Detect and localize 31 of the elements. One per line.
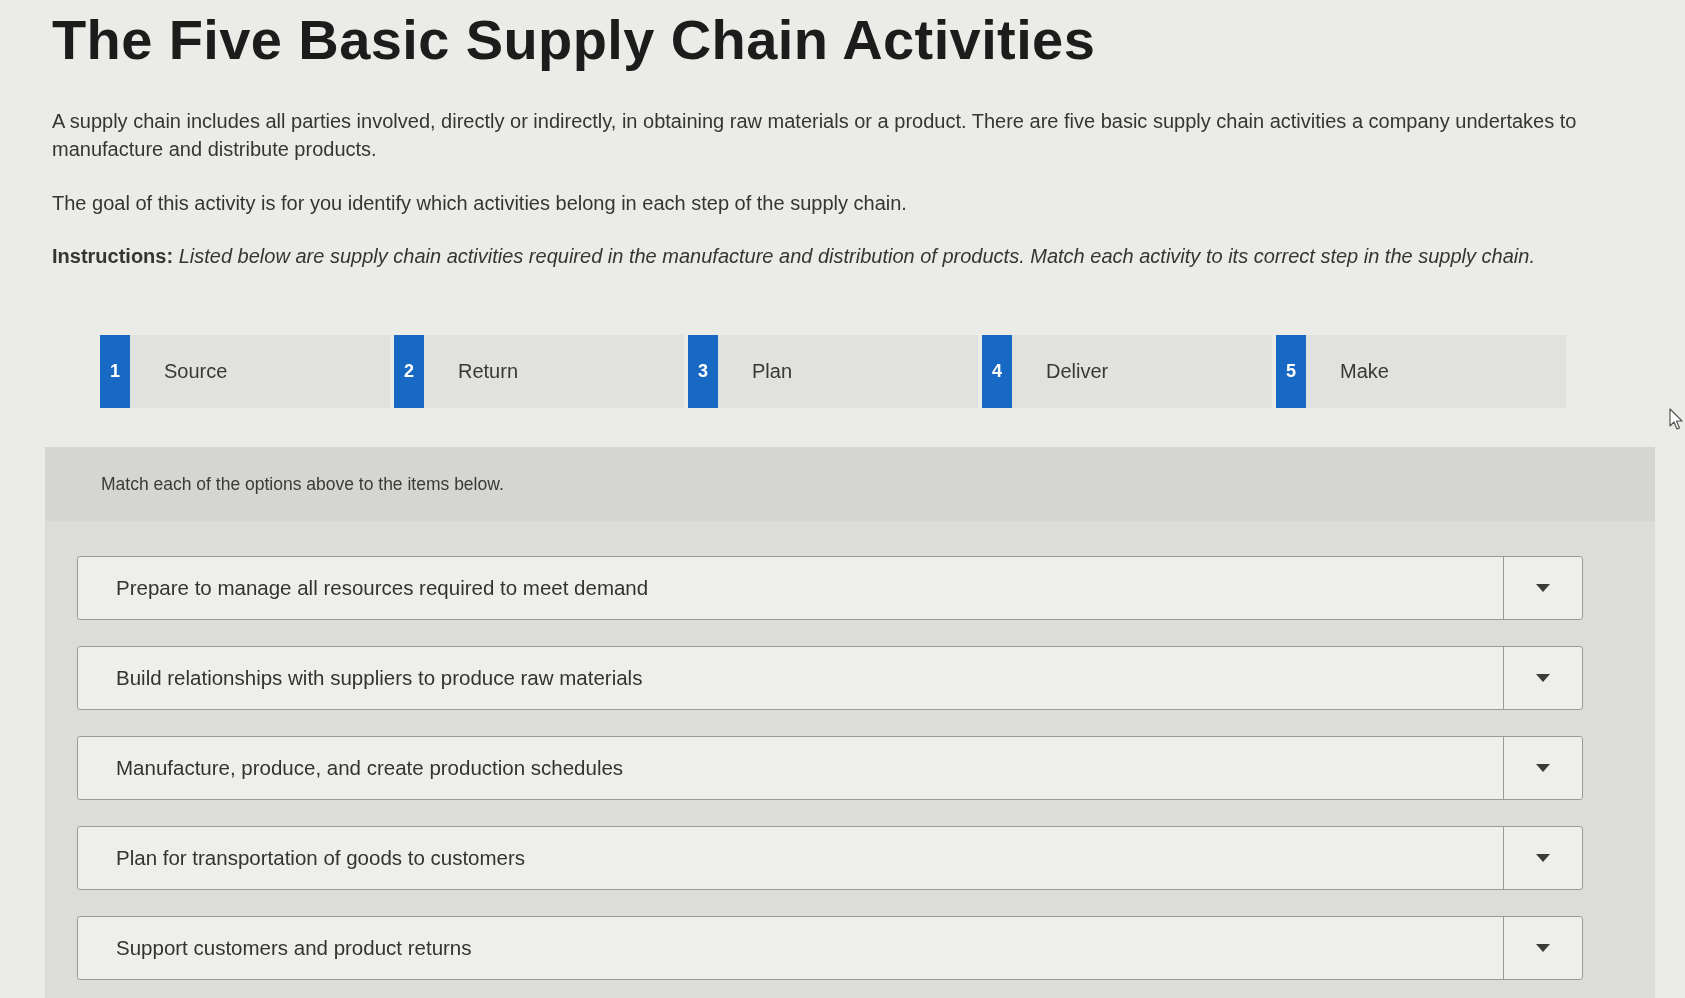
match-dropdown[interactable]: Prepare to manage all resources required to meet demand (77, 556, 1583, 620)
caret-icon (1536, 584, 1550, 592)
caret-icon (1536, 944, 1550, 952)
option-number: 1 (100, 335, 130, 408)
intro-paragraph: A supply chain includes all parties involved, directly or indirectly, in obtaining raw materials or a product. There are five basic supply chain activities a company undertakes to manufacture and distribute products. (52, 109, 1578, 162)
instructions-text: Instructions: Listed below are supply chain activities required in the manufacture and distribution of products. Match each activity to its correct step in the supply chain. (52, 244, 1536, 269)
option-card[interactable]: 2 Return (394, 335, 684, 408)
option-number: 5 (1276, 335, 1306, 408)
match-dropdown[interactable]: Manufacture, produce, and create production schedules (77, 736, 1583, 800)
page-title: The Five Basic Supply Chain Activities (52, 8, 1097, 72)
option-number: 2 (394, 335, 424, 408)
match-dropdown[interactable]: Plan for transportation of goods to customers (77, 826, 1583, 890)
intro-paragraph: The goal of this activity is for you identify which activities belong in each step of the supply chain. (52, 191, 908, 216)
match-prompt: Match each of the options above to the items below. (101, 473, 504, 495)
option-number: 4 (982, 335, 1012, 408)
caret-icon (1536, 854, 1550, 862)
option-label: Deliver (1046, 360, 1109, 383)
match-dropdown[interactable]: Support customers and product returns (77, 916, 1583, 980)
option-card[interactable]: 5 Make (1276, 335, 1566, 408)
match-dropdown[interactable]: Build relationships with suppliers to produce raw materials (77, 646, 1583, 710)
option-number: 3 (688, 335, 718, 408)
option-card[interactable]: 3 Plan (688, 335, 978, 408)
cursor-icon (1669, 408, 1683, 430)
caret-icon (1536, 764, 1550, 772)
option-label: Make (1340, 360, 1389, 383)
option-card[interactable]: 1 Source (100, 335, 390, 408)
option-card[interactable]: 4 Deliver (982, 335, 1272, 408)
option-label: Plan (752, 360, 793, 383)
caret-icon (1536, 674, 1550, 682)
option-label: Source (164, 360, 228, 383)
option-label: Return (458, 360, 519, 383)
